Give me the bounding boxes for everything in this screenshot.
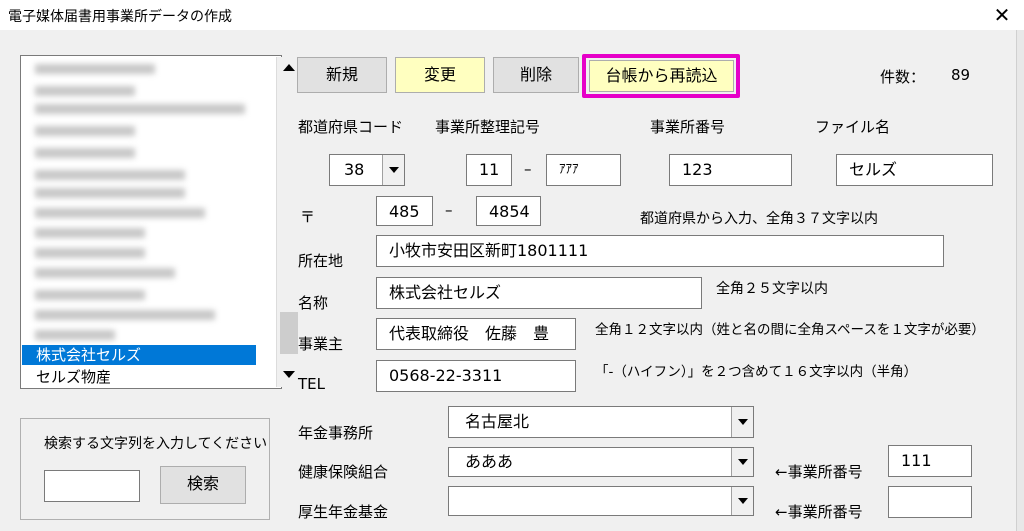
reg-symbol-header: 事業所整理記号 [435,118,541,136]
tel-label: TEL [298,375,325,393]
change-button[interactable]: 変更 [395,57,485,93]
search-input[interactable] [44,470,140,502]
blurred-item [35,248,145,258]
chevron-down-icon[interactable] [731,407,753,437]
blurred-item [35,290,145,300]
list-item-selected[interactable]: 株式会社セルズ [22,345,256,365]
blurred-item [35,228,145,238]
office-number-field[interactable]: 123 [669,154,792,186]
window-title: 電子媒体届書用事業所データの作成 [8,9,232,25]
health-insurance-value: あああ [465,452,514,471]
blurred-item [35,268,175,278]
list-item[interactable]: セルズ物産 [22,367,256,387]
address-label: 所在地 [298,252,344,270]
blurred-item [35,208,205,218]
blurred-item [35,86,135,96]
search-button[interactable]: 検索 [160,466,246,504]
pref-code-header: 都道府県コード [298,118,404,136]
name-field[interactable]: 株式会社セルズ [376,277,702,309]
health-office-number-field[interactable]: 111 [888,445,972,477]
chevron-down-icon[interactable] [382,155,404,185]
reload-from-ledger-button[interactable]: 台帳から再読込 [589,60,734,92]
pension-office-label: 年金事務所 [298,424,374,442]
blurred-item [35,148,135,158]
pref-code-value: 38 [344,160,365,179]
name-label: 名称 [298,294,329,312]
blurred-item [35,64,155,74]
count-value: 89 [951,66,971,84]
health-office-number-label: ←事業所番号 [775,463,863,481]
postal-1-field[interactable]: 485 [376,196,433,226]
owner-label: 事業主 [298,335,344,353]
file-name-header: ファイル名 [815,118,891,136]
count-label: 件数： [880,68,926,86]
welfare-office-number-label: ←事業所番号 [775,503,863,521]
office-listbox[interactable]: 株式会社セルズ セルズ物産 [20,55,301,389]
owner-hint: 全角１２文字以内（姓と名の間に全角スペースを１文字が必要） [595,322,985,338]
tel-hint: 「-（ハイフン）」を２つ含めて１６文字以内（半角） [595,364,918,380]
blurred-item [35,126,135,136]
new-button[interactable]: 新規 [297,57,387,93]
blurred-item [35,310,215,320]
blurred-item [35,170,185,180]
owner-field[interactable]: 代表取締役 佐藤 豊 [376,318,576,350]
delete-button[interactable]: 削除 [493,57,579,93]
health-insurance-label: 健康保険組合 [298,463,389,481]
health-insurance-select[interactable]: あああ [448,447,754,477]
address-field[interactable]: 小牧市安田区新町1801111 [376,235,944,267]
name-hint: 全角２５文字以内 [716,281,828,297]
welfare-pension-label: 厚生年金基金 [298,503,389,521]
blurred-item [35,188,185,198]
file-name-field[interactable]: セルズ [836,154,993,186]
blurred-item [35,104,245,114]
postal-mark: 〒 [300,208,316,226]
dash-separator: – [524,160,532,178]
reg-symbol-2-field[interactable]: ｱｱｱ [546,154,621,186]
tel-field[interactable]: 0568-22-3311 [376,360,576,392]
search-label: 検索する文字列を入力してください [44,436,268,452]
reg-symbol-1-field[interactable]: 11 [466,154,512,186]
blurred-item [35,330,115,340]
window-edge [1016,30,1024,531]
office-number-header: 事業所番号 [650,118,726,136]
close-icon[interactable]: ✕ [990,3,1014,27]
pension-office-select[interactable]: 名古屋北 [448,406,754,438]
postal-hint: 都道府県から入力、全角３７文字以内 [640,211,878,227]
pension-office-value: 名古屋北 [465,412,530,431]
scroll-thumb[interactable] [280,312,298,354]
chevron-down-icon[interactable] [731,487,753,515]
chevron-down-icon[interactable] [731,448,753,476]
postal-2-field[interactable]: 4854 [476,196,541,226]
welfare-pension-select[interactable] [448,486,754,516]
postal-dash: – [445,201,453,219]
pref-code-select[interactable]: 38 [329,154,405,186]
welfare-office-number-field[interactable] [888,486,972,518]
